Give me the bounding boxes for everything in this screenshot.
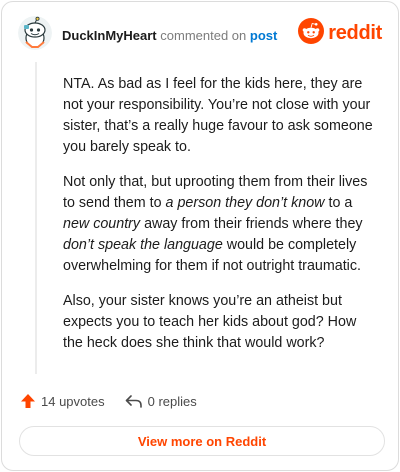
comment-paragraph: Not only that, but uprooting them from t…	[63, 172, 373, 277]
reddit-brand[interactable]: reddit	[298, 17, 382, 49]
comment-header: DuckInMyHeart commented on post reddit	[18, 16, 382, 52]
username[interactable]: DuckInMyHeart	[62, 28, 157, 43]
reddit-wordmark: reddit	[328, 21, 382, 44]
comment-paragraph: NTA. As bad as I feel for the kids here,…	[63, 74, 373, 158]
comment-paragraph: Also, your sister knows you’re an atheis…	[63, 291, 373, 354]
thread-line[interactable]	[35, 62, 37, 374]
snoo-avatar-icon[interactable]	[18, 16, 52, 50]
emphasized-text: don’t speak the language	[63, 237, 223, 253]
text-run: to a	[324, 195, 353, 211]
emphasized-text: new country	[63, 216, 141, 232]
comment-body: NTA. As bad as I feel for the kids here,…	[63, 74, 373, 368]
comment-meta: DuckInMyHeart commented on post	[62, 28, 277, 43]
upvote-count: 14 upvotes	[41, 393, 105, 409]
comment-actions: 14 upvotes 0 replies	[20, 390, 197, 412]
text-run: away from their friends where they	[140, 216, 363, 232]
emphasized-text: a person they don’t know	[165, 195, 325, 211]
post-link[interactable]: post	[250, 28, 277, 43]
replies-button[interactable]: 0 replies	[125, 393, 197, 409]
upvote-button[interactable]: 14 upvotes	[20, 393, 105, 409]
text-run: NTA. As bad as I feel for the kids here,…	[63, 76, 373, 155]
text-run: Also, your sister knows you’re an atheis…	[63, 293, 357, 351]
commented-on-text: commented on	[160, 28, 247, 43]
view-more-on-reddit-button[interactable]: View more on Reddit	[19, 426, 385, 456]
reddit-logo-icon	[298, 17, 325, 49]
reply-arrow-icon	[125, 395, 142, 408]
upvote-arrow-icon	[21, 394, 35, 408]
reply-count: 0 replies	[147, 393, 197, 409]
comment-embed-card: DuckInMyHeart commented on post reddit N…	[1, 1, 399, 471]
